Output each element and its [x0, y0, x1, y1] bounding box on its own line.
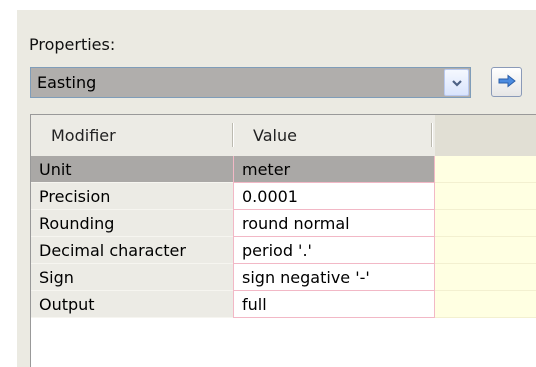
modifier-cell[interactable]: Precision — [31, 183, 233, 210]
value-cell[interactable]: sign negative '-' — [233, 264, 435, 291]
table-row[interactable]: Precision 0.0001 — [31, 183, 536, 210]
filler-cell — [435, 210, 536, 237]
apply-property-button[interactable] — [491, 67, 522, 97]
table-row[interactable]: Output full — [31, 291, 536, 318]
filler-cell — [435, 183, 536, 210]
filler-cell — [435, 237, 536, 264]
column-header-value[interactable]: Value — [253, 127, 297, 145]
value-cell[interactable]: period '.' — [233, 237, 435, 264]
modifier-cell[interactable]: Rounding — [31, 210, 233, 237]
modifier-cell[interactable]: Output — [31, 291, 233, 318]
right-arrow-icon — [497, 73, 517, 92]
value-cell[interactable]: full — [233, 291, 435, 318]
table-row[interactable]: Sign sign negative '-' — [31, 264, 536, 291]
properties-dropdown-value: Easting — [37, 73, 97, 92]
value-cell[interactable]: meter — [233, 156, 435, 183]
value-cell[interactable]: round normal — [233, 210, 435, 237]
filler-cell — [435, 156, 536, 183]
modifier-cell[interactable]: Decimal character — [31, 237, 233, 264]
chevron-down-icon[interactable] — [444, 69, 469, 96]
value-cell[interactable]: 0.0001 — [233, 183, 435, 210]
column-divider-highlight — [432, 123, 433, 147]
column-header-modifier[interactable]: Modifier — [51, 127, 116, 145]
grid-header-filler — [435, 115, 536, 156]
filler-cell — [435, 291, 536, 318]
properties-grid: Modifier Value Unit meter Precision 0.0001 R… — [30, 114, 536, 367]
modifier-cell[interactable]: Sign — [31, 264, 233, 291]
column-divider-highlight — [233, 123, 234, 147]
properties-label: Properties: — [29, 35, 116, 54]
modifier-cell[interactable]: Unit — [31, 156, 233, 183]
properties-dropdown[interactable]: Easting — [30, 67, 471, 98]
grid-header: Modifier Value — [31, 115, 536, 157]
filler-cell — [435, 264, 536, 291]
table-row[interactable]: Unit meter — [31, 156, 536, 183]
table-row[interactable]: Decimal character period '.' — [31, 237, 536, 264]
table-row[interactable]: Rounding round normal — [31, 210, 536, 237]
